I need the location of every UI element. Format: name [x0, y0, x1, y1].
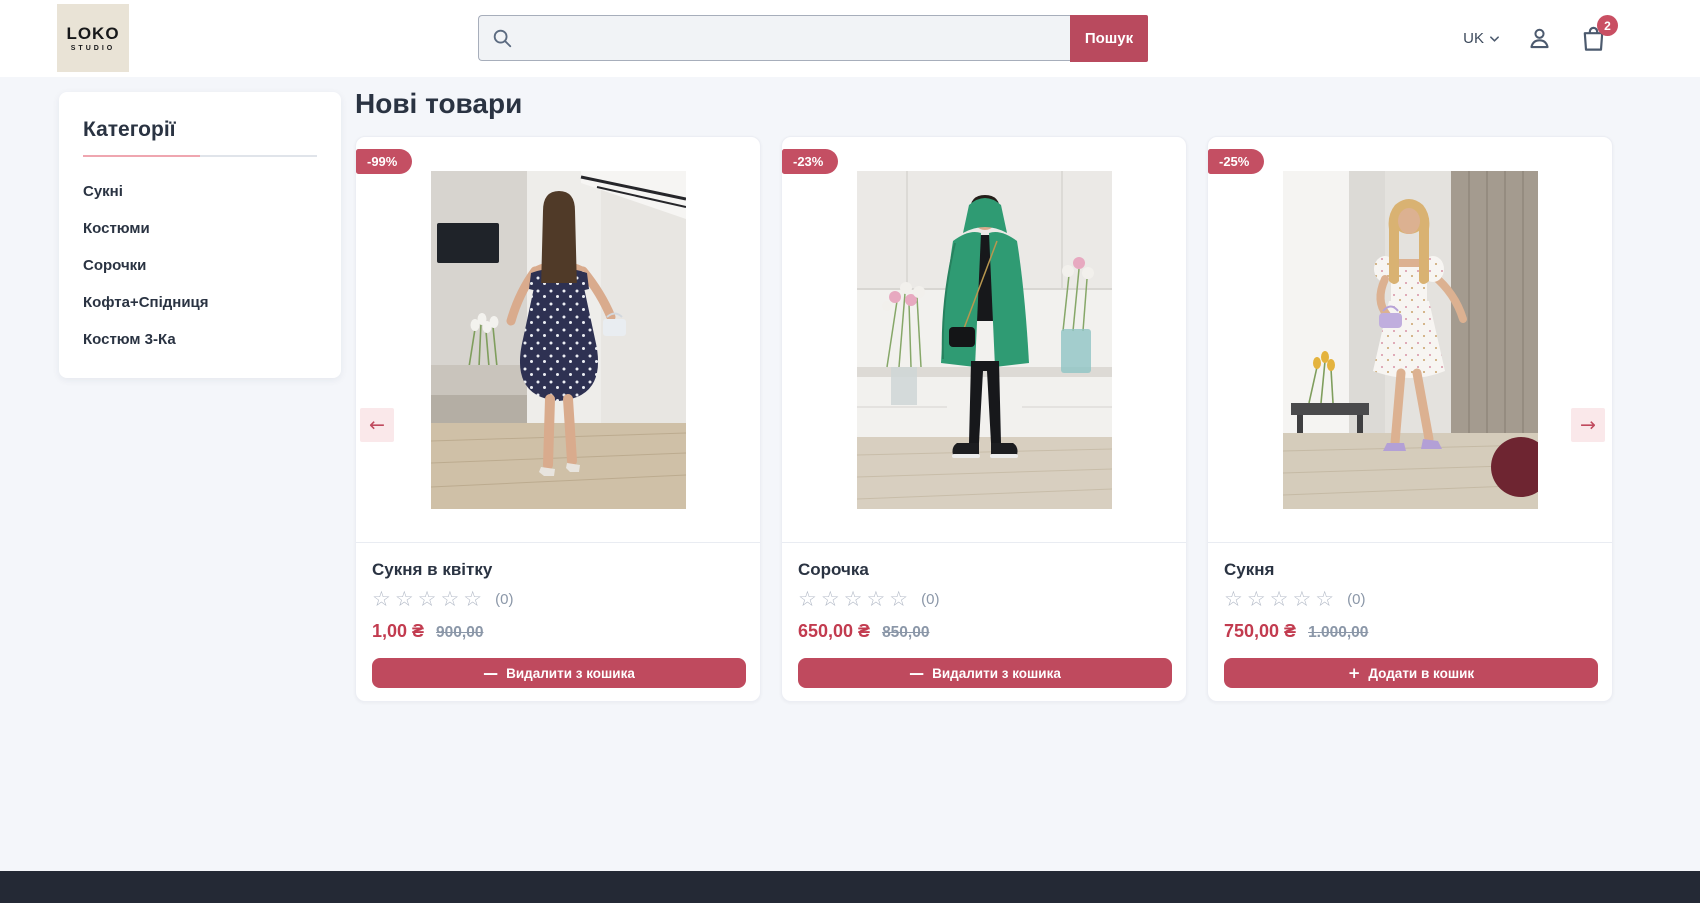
account-button[interactable] — [1526, 25, 1553, 52]
add-to-cart-button[interactable]: + Додати в кошик — [1224, 658, 1598, 688]
sidebar-item-suits[interactable]: Костюми — [83, 210, 317, 247]
sidebar-item-shirts[interactable]: Сорочки — [83, 247, 317, 284]
price-row: 1,00 ₴ 900,00 — [372, 621, 744, 642]
arrow-right-icon: → — [1580, 414, 1596, 436]
price-old: 1.000,00 — [1308, 624, 1368, 642]
rating-count: (0) — [1347, 591, 1365, 608]
header-actions: UK 2 — [1463, 0, 1608, 77]
sidebar-title: Категорії — [83, 118, 317, 142]
arrow-left-icon: ← — [369, 414, 385, 436]
sidebar-item-top-skirt[interactable]: Кофта+Спідниця — [83, 284, 317, 321]
button-label: Видалити з кошика — [506, 666, 635, 681]
product-card: -25% — [1207, 136, 1613, 702]
rating-count: (0) — [495, 591, 513, 608]
product-card: -23% — [781, 136, 1187, 702]
language-label: UK — [1463, 30, 1484, 47]
sidebar-item-dresses[interactable]: Сукні — [83, 173, 317, 210]
product-card: -99% — [355, 136, 761, 702]
rating-count: (0) — [921, 591, 939, 608]
logo-title: LOKO — [66, 25, 119, 42]
rating-stars-icon: ☆☆☆☆☆ — [798, 589, 912, 610]
search-icon — [491, 27, 513, 49]
search-input[interactable] — [513, 16, 1070, 60]
carousel-prev-button[interactable]: ← — [360, 408, 394, 442]
search-bar: Пошук — [478, 15, 1148, 62]
minus-icon: — — [909, 666, 924, 681]
product-name[interactable]: Сукня — [1224, 560, 1596, 580]
carousel-next-button[interactable]: → — [1571, 408, 1605, 442]
remove-from-cart-button[interactable]: — Видалити з кошика — [372, 658, 746, 688]
sidebar-divider — [83, 155, 317, 157]
rating-stars-icon: ☆☆☆☆☆ — [1224, 589, 1338, 610]
store-logo[interactable]: LOKO STUDIO — [57, 4, 129, 72]
page-title: Нові товари — [355, 88, 1613, 120]
rating-stars-icon: ☆☆☆☆☆ — [372, 589, 486, 610]
footer — [0, 871, 1700, 903]
product-rating: ☆☆☆☆☆ (0) — [1224, 589, 1596, 610]
remove-from-cart-button[interactable]: — Видалити з кошика — [798, 658, 1172, 688]
price-row: 650,00 ₴ 850,00 — [798, 621, 1170, 642]
price-old: 850,00 — [882, 624, 929, 642]
discount-badge: -25% — [1208, 149, 1264, 174]
sidebar-item-suit-3pc[interactable]: Костюм 3-Ка — [83, 321, 317, 358]
cart-button[interactable]: 2 — [1579, 24, 1608, 53]
product-image[interactable] — [431, 171, 686, 509]
product-rating: ☆☆☆☆☆ (0) — [798, 589, 1170, 610]
minus-icon: — — [483, 666, 498, 681]
product-rating: ☆☆☆☆☆ (0) — [372, 589, 744, 610]
product-carousel: -99% — [355, 136, 1613, 702]
price-current: 1,00 ₴ — [372, 621, 424, 642]
product-image[interactable] — [1283, 171, 1538, 509]
search-button[interactable]: Пошук — [1070, 15, 1148, 62]
product-name[interactable]: Сорочка — [798, 560, 1170, 580]
price-current: 750,00 ₴ — [1224, 621, 1296, 642]
user-icon — [1526, 25, 1553, 52]
product-name[interactable]: Сукня в квітку — [372, 560, 744, 580]
button-label: Додати в кошик — [1368, 666, 1474, 681]
product-image[interactable] — [857, 171, 1112, 509]
price-old: 900,00 — [436, 624, 483, 642]
categories-sidebar: Категорії Сукні Костюми Сорочки Кофта+Сп… — [59, 92, 341, 378]
language-selector[interactable]: UK — [1463, 30, 1500, 47]
price-row: 750,00 ₴ 1.000,00 — [1224, 621, 1596, 642]
chevron-down-icon — [1489, 35, 1500, 43]
button-label: Видалити з кошика — [932, 666, 1061, 681]
plus-icon: + — [1348, 666, 1361, 681]
search-input-box — [478, 15, 1070, 61]
discount-badge: -99% — [356, 149, 412, 174]
main-content: Нові товари -99% — [355, 88, 1613, 702]
header: LOKO STUDIO Пошук UK — [0, 0, 1700, 77]
logo-subtitle: STUDIO — [71, 45, 115, 52]
price-current: 650,00 ₴ — [798, 621, 870, 642]
cart-count-badge: 2 — [1597, 15, 1618, 36]
discount-badge: -23% — [782, 149, 838, 174]
